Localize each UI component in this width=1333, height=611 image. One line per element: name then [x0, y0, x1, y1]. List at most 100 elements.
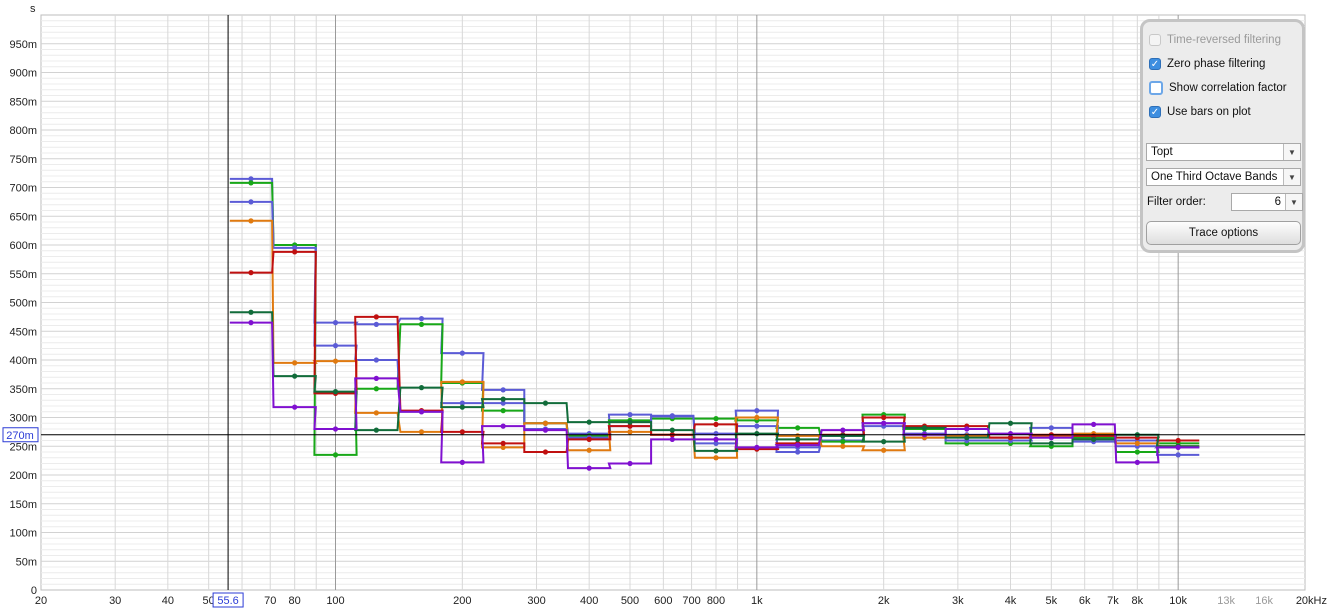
series-point — [248, 180, 254, 186]
series-point — [1134, 459, 1140, 465]
show-corr-row[interactable]: Show correlation factor — [1149, 80, 1287, 96]
parameter-select[interactable]: Topt ▼ — [1146, 143, 1301, 161]
x-tick-label: 20 — [35, 595, 47, 607]
series-point — [373, 321, 379, 327]
series-point — [1048, 435, 1054, 441]
series-point — [373, 427, 379, 433]
use-bars-label: Use bars on plot — [1167, 106, 1251, 118]
x-tick-label: 200 — [453, 595, 471, 607]
x-tick-label: 70 — [264, 595, 276, 607]
series-point — [292, 404, 298, 410]
series-point — [418, 321, 425, 327]
show-corr-checkbox[interactable] — [1149, 81, 1163, 95]
series-point — [1134, 440, 1140, 446]
filter-order-spinner[interactable]: 6 ▼ — [1231, 193, 1303, 211]
series-point — [795, 425, 801, 431]
x-tick-label: 400 — [580, 595, 598, 607]
series-point — [754, 431, 760, 437]
time-reversed-row[interactable]: Time-reversed filtering — [1149, 32, 1281, 48]
show-corr-label: Show correlation factor — [1169, 82, 1287, 94]
time-reversed-checkbox[interactable] — [1149, 34, 1161, 46]
series-point — [459, 350, 465, 356]
series-point — [248, 218, 254, 224]
y-unit-label: s — [30, 3, 36, 15]
series-point — [332, 389, 339, 395]
series-point — [373, 357, 379, 363]
y-tick-label: 100m — [9, 528, 37, 540]
cursor-y-readout: 270m — [6, 430, 34, 442]
series-point — [840, 433, 846, 439]
series-point — [248, 320, 254, 326]
series-point — [795, 449, 801, 455]
x-tick-label: 30 — [109, 595, 121, 607]
trace-options-label: Trace options — [1188, 227, 1259, 239]
series-point — [332, 320, 339, 326]
filter-order-row: Filter order: 6 ▼ — [1147, 193, 1303, 211]
series-point — [586, 447, 592, 453]
series-point — [542, 427, 549, 433]
y-tick-label: 400m — [9, 355, 37, 367]
chevron-down-icon: ▼ — [1283, 144, 1300, 160]
plot-grid — [40, 14, 1306, 591]
series-point — [627, 460, 633, 467]
bands-select[interactable]: One Third Octave Bands ▼ — [1146, 168, 1301, 186]
series-point — [586, 419, 592, 425]
use-bars-checkbox[interactable]: ✓ — [1149, 106, 1161, 118]
x-tick-label: 6k — [1079, 595, 1091, 607]
parameter-select-value: Topt — [1151, 146, 1173, 158]
series-point — [459, 404, 465, 410]
series-point — [418, 429, 425, 435]
series-point — [373, 386, 379, 392]
x-tick-label: 3k — [952, 595, 964, 607]
y-tick-label: 750m — [9, 154, 37, 166]
time-reversed-label: Time-reversed filtering — [1167, 34, 1281, 46]
y-tick-label: 250m — [9, 441, 37, 453]
x-tick-label: 20kHz — [1296, 595, 1327, 607]
series-point — [500, 423, 506, 429]
y-tick-label: 450m — [9, 326, 37, 338]
x-tick-label: 16k — [1255, 595, 1273, 607]
series-point — [1091, 421, 1097, 427]
series-point — [1091, 436, 1097, 442]
y-tick-label: 700m — [9, 183, 37, 195]
series-point — [542, 400, 549, 406]
series-point — [795, 442, 801, 448]
series-point — [921, 425, 928, 431]
filter-order-label: Filter order: — [1147, 196, 1206, 208]
trace-options-button[interactable]: Trace options — [1146, 221, 1301, 245]
series-point — [459, 429, 465, 435]
x-tick-label: 700 — [682, 595, 700, 607]
series-point — [754, 408, 760, 414]
series-point — [1048, 425, 1054, 431]
series-point — [332, 452, 339, 458]
series-point — [500, 408, 506, 414]
y-tick-label: 850m — [9, 96, 37, 108]
series-point — [754, 444, 760, 450]
y-tick-label: 350m — [9, 384, 37, 396]
x-tick-label: 1k — [751, 595, 763, 607]
y-tick-label: 650m — [9, 211, 37, 223]
y-tick-label: 600m — [9, 240, 37, 252]
chevron-down-icon: ▼ — [1283, 169, 1300, 185]
series-point — [881, 439, 887, 445]
series-point — [459, 459, 465, 465]
series-point — [248, 270, 254, 276]
series-point — [418, 409, 425, 415]
use-bars-row[interactable]: ✓ Use bars on plot — [1149, 104, 1251, 120]
x-tick-label: 8k — [1132, 595, 1144, 607]
zero-phase-label: Zero phase filtering — [1167, 58, 1266, 70]
series-point — [881, 447, 887, 453]
series-point — [669, 427, 675, 433]
series-point — [418, 316, 425, 322]
series-point — [500, 387, 506, 393]
cursor-x-readout: 55.6 — [217, 595, 238, 607]
series-point — [713, 416, 719, 422]
zero-phase-checkbox[interactable]: ✓ — [1149, 58, 1161, 70]
series-point — [542, 449, 549, 455]
rt-plot[interactable]: s 50m 100m 150m 200m 250m 300m 350m 400m 450m 500… — [0, 0, 1333, 611]
series-point — [332, 358, 339, 364]
zero-phase-row[interactable]: ✓ Zero phase filtering — [1149, 56, 1265, 72]
series-point — [713, 436, 719, 442]
series-point — [1175, 444, 1181, 450]
series-point — [1007, 431, 1014, 437]
